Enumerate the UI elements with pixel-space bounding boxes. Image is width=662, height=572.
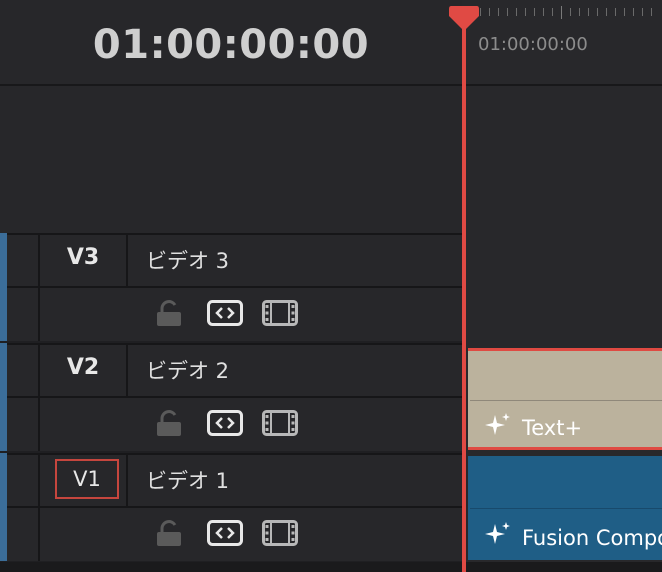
track-name-v2[interactable]: ビデオ 2 bbox=[146, 355, 229, 385]
track-patch-v2[interactable]: V2 bbox=[40, 355, 126, 380]
film-strip-icon[interactable] bbox=[262, 520, 298, 550]
lock-icon[interactable] bbox=[156, 409, 182, 441]
clip-divider bbox=[470, 508, 662, 509]
lock-icon[interactable] bbox=[156, 299, 182, 331]
playhead-handle-icon[interactable] bbox=[448, 4, 480, 36]
track-header-v3[interactable]: V3 ビデオ 3 bbox=[0, 233, 462, 341]
track-name-v3[interactable]: ビデオ 3 bbox=[146, 245, 229, 275]
track-select-strip[interactable] bbox=[0, 343, 7, 451]
clip-divider bbox=[470, 400, 662, 401]
header-divider bbox=[0, 84, 462, 86]
auto-select-icon[interactable] bbox=[207, 410, 243, 440]
track-patch-v1[interactable]: V1 bbox=[55, 459, 119, 499]
track-header-v1[interactable]: V1 ビデオ 1 bbox=[0, 453, 462, 561]
playhead-line[interactable] bbox=[462, 14, 466, 572]
auto-select-icon[interactable] bbox=[207, 520, 243, 550]
track-patch-v3[interactable]: V3 bbox=[40, 245, 126, 270]
track-header-v2[interactable]: V2 ビデオ 2 bbox=[0, 343, 462, 451]
track-select-strip[interactable] bbox=[0, 233, 7, 341]
track-name-v1[interactable]: ビデオ 1 bbox=[146, 465, 229, 495]
timeline-timecode[interactable]: 01:00:00:00 bbox=[0, 22, 462, 68]
sparkle-icon bbox=[484, 412, 512, 444]
track-select-strip[interactable] bbox=[0, 453, 7, 561]
ruler-timecode: 01:00:00:00 bbox=[478, 34, 588, 55]
film-strip-icon[interactable] bbox=[262, 410, 298, 440]
auto-select-icon[interactable] bbox=[207, 300, 243, 330]
clip-label-text-plus: Text+ bbox=[522, 416, 583, 440]
film-strip-icon[interactable] bbox=[262, 300, 298, 330]
clip-label-fusion: Fusion Compo bbox=[522, 526, 662, 550]
sparkle-icon bbox=[484, 521, 512, 553]
timeline-bottom-bar bbox=[0, 562, 662, 572]
lock-icon[interactable] bbox=[156, 519, 182, 551]
